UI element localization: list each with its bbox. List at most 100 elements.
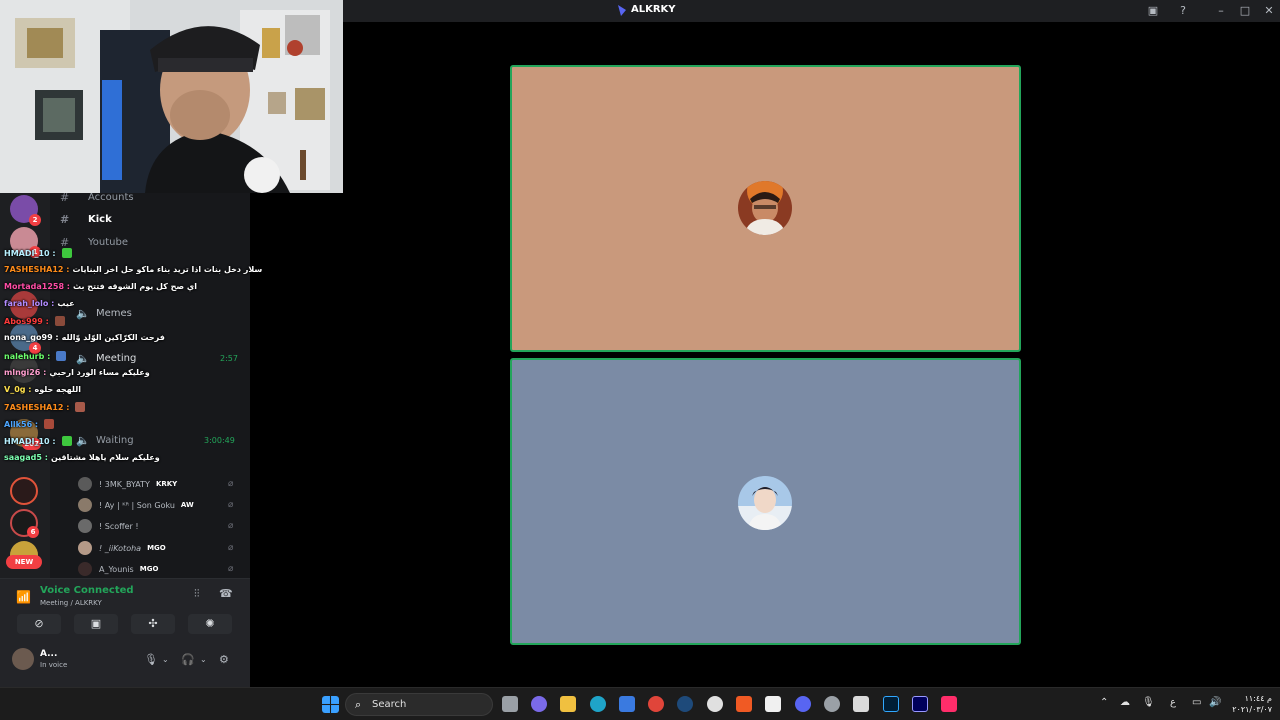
camera-off-button[interactable]: ⊘ — [17, 614, 61, 634]
activities-button[interactable]: ✣ — [131, 614, 175, 634]
server-badge: 4 — [29, 342, 41, 354]
hash-icon: # — [60, 193, 70, 204]
edge-icon[interactable] — [590, 696, 606, 712]
gear-icon[interactable]: ⚙ — [219, 653, 229, 666]
screen-share-button[interactable]: ▣ — [74, 614, 118, 634]
channel-kick[interactable]: # Kick — [60, 210, 112, 228]
server-badge: 2 — [29, 214, 41, 226]
clock-time: م ١١:٤٤ — [1244, 694, 1272, 703]
voice-member[interactable]: ! Scoffer ! ⌀ — [78, 517, 233, 535]
deafen-icon: ⌀ — [228, 521, 234, 531]
task-view-icon[interactable] — [502, 696, 518, 712]
minimize-button[interactable]: – — [1213, 3, 1229, 19]
channel-label: Waiting — [96, 434, 134, 446]
photoshop-icon[interactable] — [883, 696, 899, 712]
taskbar-clock[interactable]: م ١١:٤٤ ٢٠٢١/٠٣/٠٧ — [1228, 693, 1272, 715]
display-icon[interactable]: ▭ — [1192, 697, 1201, 708]
avatar — [78, 541, 92, 555]
voice-member[interactable]: ! 3MK_BYATY KRKY ⌀ — [78, 475, 233, 493]
server-icon[interactable]: 207 — [10, 419, 41, 450]
member-name: A_Younis — [99, 564, 134, 574]
cloud-icon[interactable]: ☁ — [1120, 697, 1130, 708]
server-icon[interactable] — [10, 355, 38, 383]
deafen-icon: ⌀ — [228, 564, 234, 574]
title-bar: ALKRKY ▣ ? – □ ✕ — [343, 0, 1280, 22]
member-name: ! Scoffer ! — [99, 521, 139, 531]
voice-member[interactable]: A_Younis MGO ⌀ — [78, 560, 233, 578]
taskbar-search[interactable]: ⌕ Search — [345, 693, 493, 716]
deafen-icon: ⌀ — [228, 500, 234, 510]
chevron-down-icon[interactable]: ⌄ — [200, 655, 207, 664]
channel-waiting[interactable]: 🔈 Waiting 3:00:49 — [76, 431, 235, 449]
chevron-down-icon[interactable]: ⌄ — [162, 655, 169, 664]
member-name: ! Ay | ᴷᴿ | Son Goku — [99, 500, 175, 510]
user-status: In voice — [40, 661, 68, 669]
avatar — [738, 181, 792, 235]
member-tag: KRKY — [155, 480, 178, 488]
noise-suppression-icon[interactable]: ⫶⫶ — [194, 587, 200, 601]
server-icon[interactable]: 2 — [10, 195, 41, 226]
avatar — [78, 562, 92, 576]
file-explorer-icon[interactable] — [560, 696, 576, 712]
channel-label: Memes — [96, 307, 132, 319]
channel-accounts[interactable]: # Accounts — [60, 193, 134, 206]
steam-icon[interactable] — [677, 696, 693, 712]
tiktok-icon[interactable] — [941, 696, 957, 712]
disconnect-icon[interactable]: ☎ — [219, 587, 233, 600]
copilot-icon[interactable] — [531, 696, 547, 712]
server-badge: 6 — [27, 526, 39, 538]
avatar[interactable] — [12, 648, 34, 670]
close-button[interactable]: ✕ — [1261, 3, 1277, 19]
store-icon[interactable] — [619, 696, 635, 712]
search-label: Search — [372, 699, 407, 710]
chevron-up-icon[interactable]: ⌃ — [1100, 697, 1108, 708]
channel-memes[interactable]: 🔈 Memes — [76, 304, 132, 322]
voice-member[interactable]: ! Ay | ᴷᴿ | Son Goku AW ⌀ — [78, 496, 233, 514]
server-badge: 207 — [22, 438, 41, 450]
server-rail: 2 1 4 207 6 NEW — [0, 193, 50, 578]
channel-label: Kick — [88, 213, 112, 225]
server-icon[interactable]: 6 — [10, 509, 39, 538]
discord-icon[interactable] — [795, 696, 811, 712]
video-tile[interactable] — [510, 358, 1021, 645]
headphones-icon[interactable]: 🎧 — [181, 653, 195, 666]
channel-label: Youtube — [88, 236, 128, 248]
volume-icon[interactable]: 🔊 — [1209, 697, 1221, 708]
windows-start-icon[interactable] — [322, 696, 339, 713]
premiere-icon[interactable] — [912, 696, 928, 712]
voice-channel-icon: 🔈 — [76, 433, 90, 447]
app-icon[interactable] — [824, 696, 840, 712]
voice-status[interactable]: Voice Connected — [40, 585, 134, 596]
member-tag: MGO — [147, 544, 166, 552]
snipping-tool-icon[interactable] — [853, 696, 869, 712]
capcut-icon[interactable] — [765, 696, 781, 712]
soundboard-button[interactable]: ✺ — [188, 614, 232, 634]
brave-icon[interactable] — [736, 696, 752, 712]
server-icon[interactable] — [10, 291, 38, 319]
voice-channel-path[interactable]: Meeting / ALKRKY — [40, 599, 102, 607]
microphone-icon[interactable]: 🎙 — [1142, 697, 1155, 708]
channel-youtube[interactable]: # Youtube — [60, 233, 128, 251]
video-tile-speaking[interactable] — [510, 65, 1021, 352]
voice-channel-icon: 🔈 — [76, 306, 90, 320]
window-title: ALKRKY — [631, 4, 676, 15]
channel-meeting[interactable]: 🔈 Meeting 2:57 — [76, 349, 238, 367]
new-badge: NEW — [6, 555, 42, 569]
chrome-icon[interactable] — [648, 696, 664, 712]
obs-icon[interactable] — [707, 696, 723, 712]
microphone-icon[interactable]: 🎙 — [144, 653, 158, 666]
language-indicator[interactable]: ع — [1170, 697, 1176, 708]
server-icon[interactable] — [10, 477, 38, 505]
member-tag: MGO — [139, 565, 159, 573]
server-icon[interactable]: 1 — [10, 227, 41, 258]
voice-member[interactable]: ! _iiKotoha MGO ⌀ — [78, 539, 233, 557]
taskbar: ⌕ Search ⌃ ☁ 🎙 ع ▭ 🔊 م ١١:٤٤ ٢٠٢١/٠٣/٠٧ — [0, 687, 1280, 720]
help-icon[interactable]: ? — [1175, 3, 1191, 19]
clock-date: ٢٠٢١/٠٣/٠٧ — [1232, 705, 1272, 714]
signal-icon: 📶 — [16, 590, 31, 604]
channel-label: Accounts — [88, 193, 134, 203]
server-icon[interactable]: 4 — [10, 323, 41, 354]
screen-share-icon[interactable]: ▣ — [1145, 3, 1161, 19]
maximize-button[interactable]: □ — [1237, 3, 1253, 19]
user-name[interactable]: A... — [40, 649, 57, 659]
